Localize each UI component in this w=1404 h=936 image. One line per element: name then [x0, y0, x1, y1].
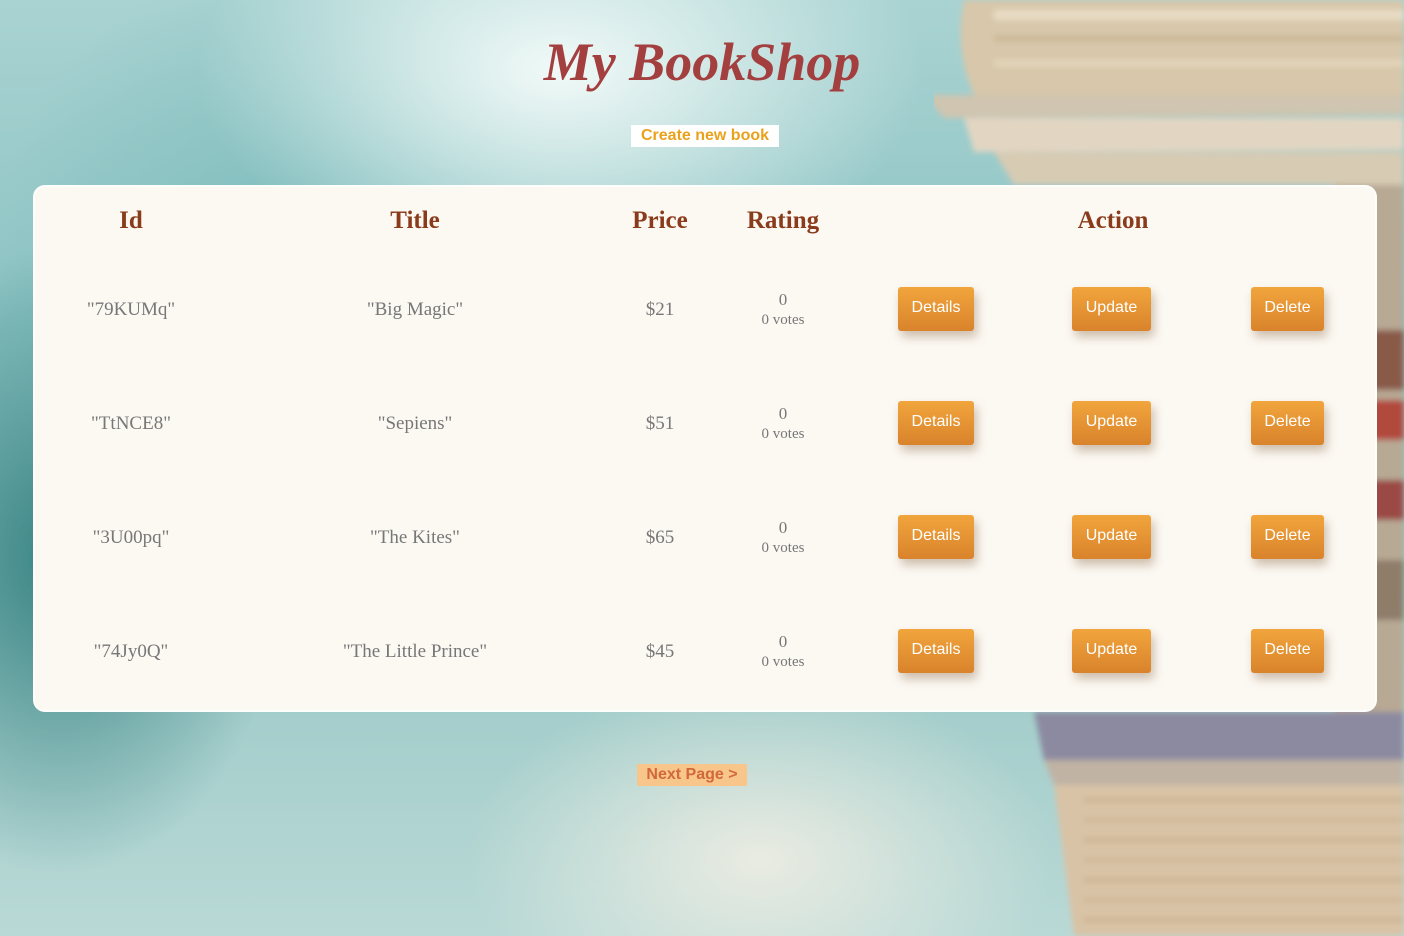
book-title: "The Little Prince" [342, 641, 488, 662]
details-button[interactable]: Details [898, 287, 974, 331]
column-header-action: Action [1077, 207, 1149, 234]
delete-button[interactable]: Delete [1251, 629, 1324, 673]
site-title: My BookShop [543, 32, 861, 92]
book-rating: 0 0 votes [723, 290, 843, 330]
details-button[interactable]: Details [898, 629, 974, 673]
books-table-card: Id Title Price Rating Action "79KUMq" "B… [33, 185, 1377, 712]
book-price: $45 [645, 641, 675, 662]
rating-votes: 0 votes [761, 312, 805, 328]
book-title: "The Kites" [370, 527, 460, 548]
column-header-id: Id [119, 207, 143, 234]
rating-votes: 0 votes [761, 654, 805, 670]
book-price: $21 [645, 299, 675, 320]
book-id: "74Jy0Q" [93, 641, 169, 662]
book-rating: 0 0 votes [723, 404, 843, 444]
rating-value: 0 [778, 518, 788, 537]
book-price: $65 [645, 527, 675, 548]
delete-button[interactable]: Delete [1251, 515, 1324, 559]
update-button[interactable]: Update [1072, 401, 1151, 445]
rating-value: 0 [778, 404, 788, 423]
rating-votes: 0 votes [761, 540, 805, 556]
book-id: "79KUMq" [86, 299, 176, 320]
book-price: $51 [645, 413, 675, 434]
rating-votes: 0 votes [761, 426, 805, 442]
column-header-price: Price [632, 207, 688, 234]
rating-value: 0 [778, 290, 788, 309]
create-new-book-link[interactable]: Create new book [631, 125, 779, 147]
page-content: My BookShop Create new book Id Title Pri… [0, 0, 1404, 936]
book-title: "Big Magic" [366, 299, 464, 320]
details-button[interactable]: Details [898, 515, 974, 559]
book-id: "3U00pq" [92, 527, 170, 548]
book-rating: 0 0 votes [723, 632, 843, 672]
column-header-title: Title [390, 207, 440, 234]
details-button[interactable]: Details [898, 401, 974, 445]
delete-button[interactable]: Delete [1251, 401, 1324, 445]
rating-value: 0 [778, 632, 788, 651]
book-rating: 0 0 votes [723, 518, 843, 558]
book-title: "Sepiens" [377, 413, 453, 434]
update-button[interactable]: Update [1072, 287, 1151, 331]
column-header-rating: Rating [746, 207, 820, 234]
book-id: "TtNCE8" [91, 413, 171, 434]
next-page-link[interactable]: Next Page > [637, 764, 747, 786]
update-button[interactable]: Update [1072, 515, 1151, 559]
update-button[interactable]: Update [1072, 629, 1151, 673]
delete-button[interactable]: Delete [1251, 287, 1324, 331]
